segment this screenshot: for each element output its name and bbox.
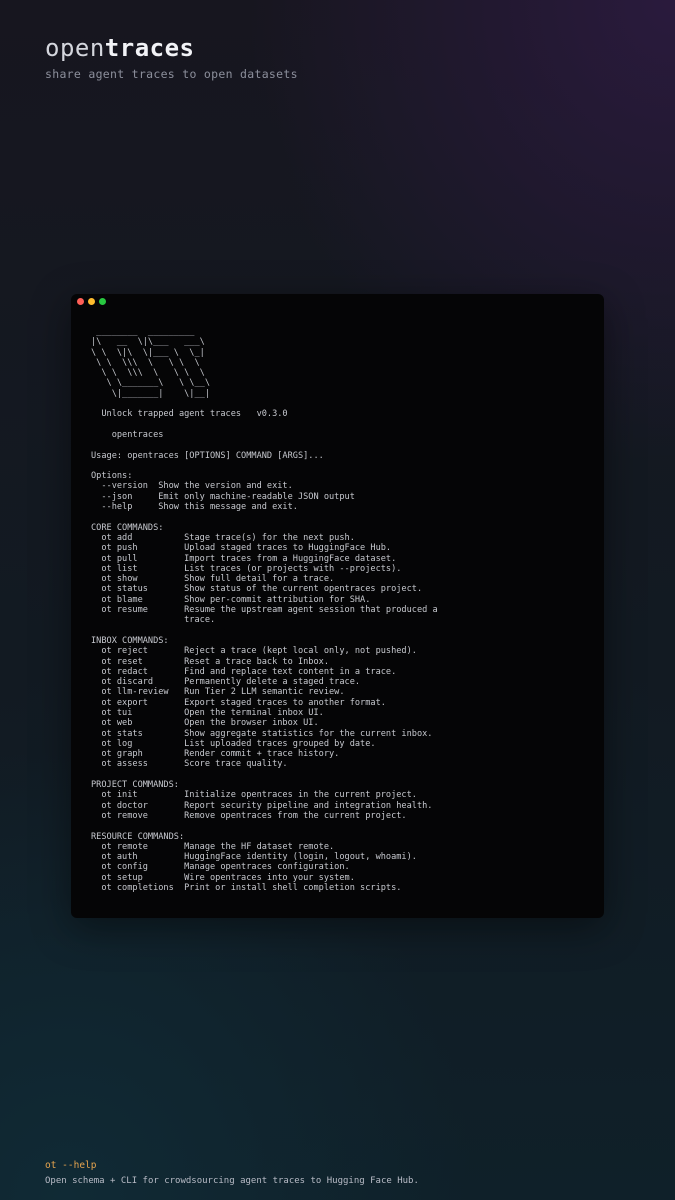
minimize-window-icon[interactable] bbox=[88, 298, 95, 305]
terminal-line: ot init Initialize opentraces in the cur… bbox=[91, 790, 417, 801]
terminal-line: ot push Upload staged traces to HuggingF… bbox=[91, 543, 392, 554]
terminal-line: ot reset Reset a trace back to Inbox. bbox=[91, 656, 329, 667]
terminal-line: ot tui Open the terminal inbox UI. bbox=[91, 707, 324, 718]
terminal-line: ot resume Resume the upstream agent sess… bbox=[91, 605, 438, 616]
terminal-line: ot reject Reject a trace (kept local onl… bbox=[91, 646, 417, 657]
terminal-line: Usage: opentraces [OPTIONS] COMMAND [ARG… bbox=[91, 450, 324, 461]
terminal-line: ot doctor Report security pipeline and i… bbox=[91, 800, 433, 811]
footer-command: ot --help bbox=[45, 1160, 97, 1171]
terminal-line: \ \ \|\ \|___ \ \_| bbox=[91, 347, 205, 358]
terminal-line: Unlock trapped agent traces v0.3.0 bbox=[91, 409, 288, 420]
terminal-line: ot auth HuggingFace identity (login, log… bbox=[91, 852, 417, 863]
terminal-line: ot llm-review Run Tier 2 LLM semantic re… bbox=[91, 687, 345, 698]
brand-title-light: open bbox=[45, 34, 105, 62]
terminal-line: trace. bbox=[91, 615, 216, 626]
terminal-line: ot export Export staged traces to anothe… bbox=[91, 697, 386, 708]
brand-tagline: share agent traces to open datasets bbox=[45, 67, 298, 81]
maximize-window-icon[interactable] bbox=[99, 298, 106, 305]
terminal-line: Options: bbox=[91, 471, 133, 482]
terminal-line: --json Emit only machine-readable JSON o… bbox=[91, 491, 355, 502]
brand-title: opentraces bbox=[45, 33, 195, 63]
terminal-window: ________ _________ |\ __ \|\___ ___\ \ \ … bbox=[71, 294, 604, 918]
window-controls bbox=[77, 298, 106, 305]
terminal-line: ot remote Manage the HF dataset remote. bbox=[91, 841, 335, 852]
terminal-line: \ \_______\ \ \__\ bbox=[91, 378, 210, 389]
terminal-line: ot assess Score trace quality. bbox=[91, 759, 288, 770]
terminal-line: ot config Manage opentraces configuratio… bbox=[91, 862, 350, 873]
terminal-line: \ \ \\\ \ \ \ \ bbox=[91, 357, 205, 368]
terminal-line: CORE COMMANDS: bbox=[91, 522, 164, 533]
terminal-line: ot stats Show aggregate statistics for t… bbox=[91, 728, 433, 739]
terminal-line: ot setup Wire opentraces into your syste… bbox=[91, 872, 355, 883]
terminal-line: ot discard Permanently delete a staged t… bbox=[91, 677, 361, 688]
terminal-line: ot redact Find and replace text content … bbox=[91, 666, 397, 677]
terminal-line: ot show Show full detail for a trace. bbox=[91, 574, 335, 585]
terminal-line: ot add Stage trace(s) for the next push. bbox=[91, 532, 355, 543]
footer-description: Open schema + CLI for crowdsourcing agen… bbox=[45, 1176, 419, 1186]
terminal-line: \|_______| \|__| bbox=[91, 388, 210, 399]
terminal-line: ot pull Import traces from a HuggingFace… bbox=[91, 553, 397, 564]
terminal-line: |\ __ \|\___ ___\ bbox=[91, 337, 205, 348]
brand-title-bold: traces bbox=[104, 34, 195, 62]
terminal-line: opentraces bbox=[91, 429, 164, 440]
terminal-line: ot list List traces (or projects with --… bbox=[91, 563, 402, 574]
terminal-line: --version Show the version and exit. bbox=[91, 481, 293, 492]
close-window-icon[interactable] bbox=[77, 298, 84, 305]
terminal-line: INBOX COMMANDS: bbox=[91, 635, 169, 646]
terminal-line: ot status Show status of the current ope… bbox=[91, 584, 423, 595]
terminal-line: ot blame Show per-commit attribution for… bbox=[91, 594, 371, 605]
terminal-line: ot graph Render commit + trace history. bbox=[91, 749, 340, 760]
terminal-line: ot remove Remove opentraces from the cur… bbox=[91, 810, 407, 821]
terminal-line: ot completions Print or install shell co… bbox=[91, 883, 402, 894]
terminal-line: ________ _________ bbox=[91, 327, 200, 337]
terminal-line: ot web Open the browser inbox UI. bbox=[91, 718, 319, 729]
terminal-line: ot log List uploaded traces grouped by d… bbox=[91, 738, 376, 749]
terminal-line: RESOURCE COMMANDS: bbox=[91, 831, 185, 842]
terminal-output: ________ _________ |\ __ \|\___ ___\ \ \ … bbox=[91, 327, 594, 893]
terminal-line: PROJECT COMMANDS: bbox=[91, 780, 179, 791]
terminal-line: \ \ \\\ \ \ \ \ bbox=[91, 368, 205, 379]
terminal-line: --help Show this message and exit. bbox=[91, 502, 298, 513]
